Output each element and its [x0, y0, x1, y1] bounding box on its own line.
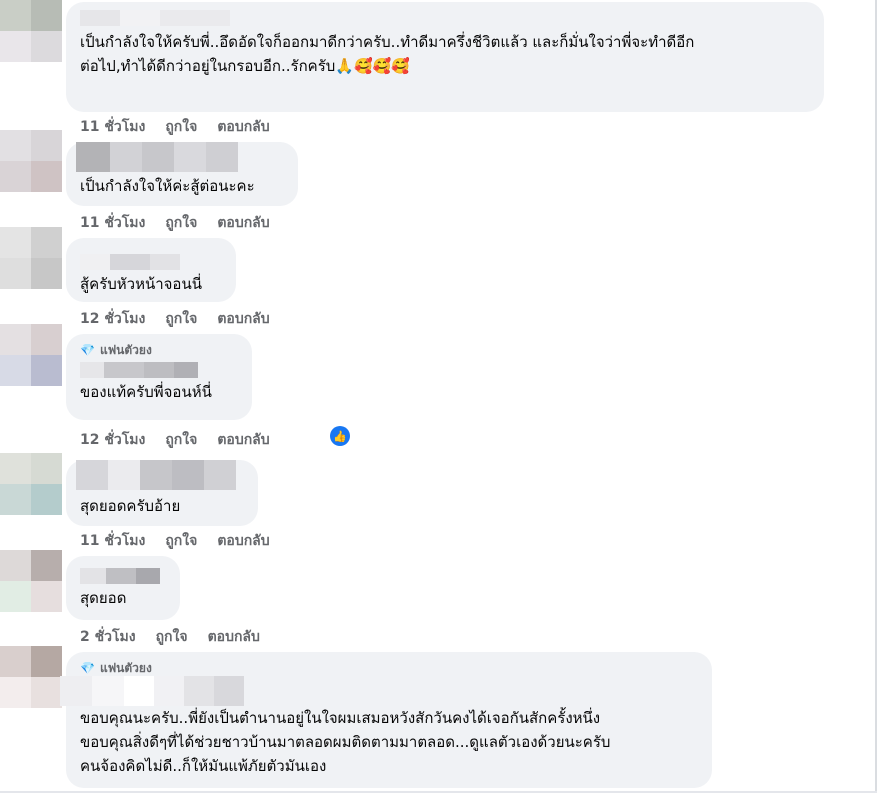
comment-text: สู้ครับหัวหน้าจอนนี่: [80, 275, 202, 293]
commenter-name-blurred[interactable]: [76, 142, 284, 172]
comment-actions: 12 ชั่วโมง ถูกใจ ตอบกลับ: [80, 308, 270, 330]
reply-button[interactable]: ตอบกลับ: [208, 626, 260, 648]
top-fan-badge[interactable]: 💎 แฟนตัวยง: [80, 342, 238, 358]
avatar[interactable]: [0, 453, 62, 515]
reply-button[interactable]: ตอบกลับ: [217, 116, 269, 138]
top-fan-badge[interactable]: 💎 แฟนตัวยง: [80, 660, 698, 676]
avatar[interactable]: [0, 646, 62, 708]
comment-time[interactable]: 11 ชั่วโมง: [80, 212, 145, 234]
thumbs-up-icon[interactable]: 👍: [330, 426, 350, 446]
diamond-icon: 💎: [80, 343, 95, 357]
comment-bubble: 💎 แฟนตัวยง ขอบคุณนะครับ..พี่ยังเป็นตำนาน…: [60, 652, 712, 788]
commenter-name-blurred[interactable]: [80, 254, 222, 270]
comment-actions: 11 ชั่วโมง ถูกใจ ตอบกลับ: [80, 116, 270, 138]
comment-bubble: สุดยอดครับอ้าย: [66, 460, 258, 526]
comment-text: เป็นกำลังใจให้ค่ะสู้ต่อนะคะ: [80, 177, 255, 195]
comment-bubble: เป็นกำลังใจให้ครับพี่..อึดอัดใจก็ออกมาดี…: [66, 2, 824, 112]
commenter-name-blurred[interactable]: [80, 362, 238, 378]
commenter-name-blurred[interactable]: [80, 10, 810, 26]
avatar[interactable]: [0, 550, 62, 612]
comment-time[interactable]: 11 ชั่วโมง: [80, 530, 145, 552]
like-button[interactable]: ถูกใจ: [156, 626, 188, 648]
like-button[interactable]: ถูกใจ: [165, 116, 197, 138]
avatar[interactable]: [0, 130, 62, 192]
comment-time[interactable]: 12 ชั่วโมง: [80, 308, 145, 330]
comment-time[interactable]: 12 ชั่วโมง: [80, 429, 145, 451]
avatar[interactable]: [0, 0, 62, 62]
comment-time[interactable]: 2 ชั่วโมง: [80, 626, 136, 648]
comment-actions: 2 ชั่วโมง ถูกใจ ตอบกลับ: [80, 626, 260, 648]
reply-button[interactable]: ตอบกลับ: [217, 308, 269, 330]
like-button[interactable]: ถูกใจ: [165, 308, 197, 330]
like-button[interactable]: ถูกใจ: [165, 429, 197, 451]
diamond-icon: 💎: [80, 661, 95, 675]
comment-actions: 12 ชั่วโมง ถูกใจ ตอบกลับ: [80, 429, 270, 451]
comment-text: สุดยอด: [80, 589, 127, 607]
avatar[interactable]: [0, 227, 62, 289]
commenter-name-blurred[interactable]: [60, 676, 698, 706]
comment-text: เป็นกำลังใจให้ครับพี่..อึดอัดใจก็ออกมาดี…: [80, 33, 695, 75]
comment-bubble: 💎 แฟนตัวยง ของแท้ครับพี่จอนห์นี่: [66, 334, 252, 420]
badge-label: แฟนตัวยง: [99, 660, 152, 675]
reply-button[interactable]: ตอบกลับ: [217, 530, 269, 552]
commenter-name-blurred[interactable]: [76, 460, 244, 490]
comment-text: สุดยอดครับอ้าย: [80, 497, 181, 515]
commenter-name-blurred[interactable]: [80, 568, 166, 584]
comment-actions: 11 ชั่วโมง ถูกใจ ตอบกลับ: [80, 530, 270, 552]
comment-bubble: เป็นกำลังใจให้ค่ะสู้ต่อนะคะ: [66, 142, 298, 206]
avatar[interactable]: [0, 324, 62, 386]
reply-button[interactable]: ตอบกลับ: [217, 429, 269, 451]
like-button[interactable]: ถูกใจ: [165, 212, 197, 234]
like-button[interactable]: ถูกใจ: [165, 530, 197, 552]
badge-label: แฟนตัวยง: [99, 342, 152, 357]
comment-actions: 11 ชั่วโมง ถูกใจ ตอบกลับ: [80, 212, 270, 234]
comment-text: ขอบคุณนะครับ..พี่ยังเป็นตำนานอยู่ในใจผมเ…: [80, 709, 611, 775]
reply-button[interactable]: ตอบกลับ: [217, 212, 269, 234]
comment-text: ของแท้ครับพี่จอนห์นี่: [80, 383, 212, 401]
comment-bubble: สุดยอด: [66, 556, 180, 620]
comment-bubble: สู้ครับหัวหน้าจอนนี่: [66, 238, 236, 302]
comment-time[interactable]: 11 ชั่วโมง: [80, 116, 145, 138]
